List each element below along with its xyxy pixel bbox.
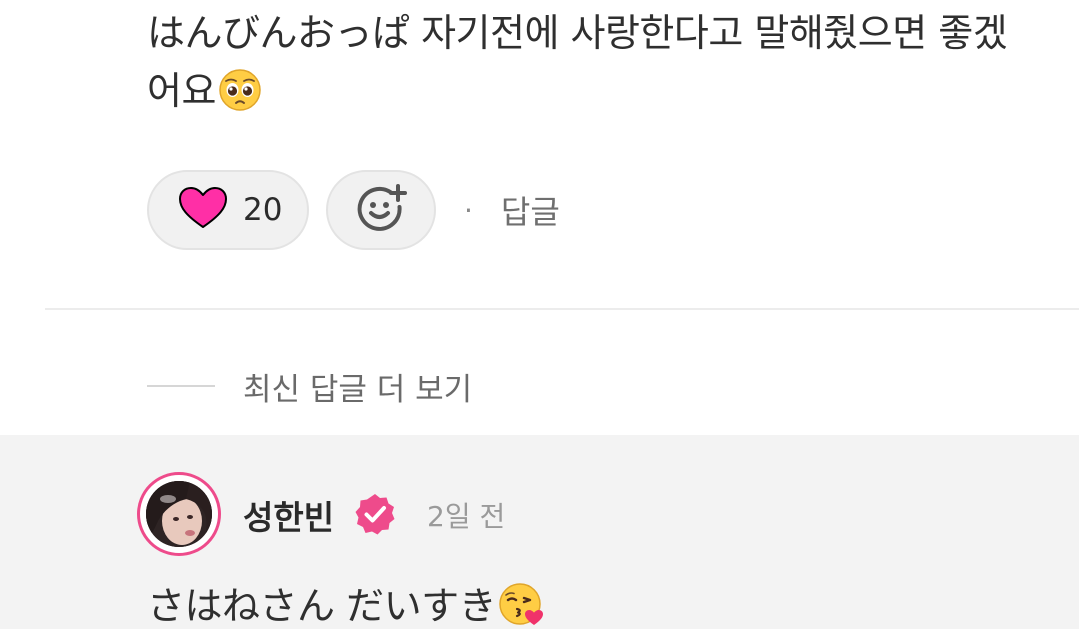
reply-text: さはねさん だいすき [147, 584, 497, 628]
separator-dot: · [464, 193, 473, 227]
reply-button[interactable]: 답글 [501, 187, 560, 233]
like-count: 20 [243, 192, 283, 228]
reply-timestamp: 2일 전 [427, 500, 506, 533]
author-name[interactable]: 성한빈 [243, 491, 334, 539]
reply-body: さはねさん だいすき [147, 575, 544, 629]
comment-thread: はんびんおっぱ 자기전에 사랑한다고 말해줬으면 좋겠어요 20 · 답글 최신… [0, 0, 1079, 629]
verified-badge-icon [353, 492, 397, 540]
more-replies-button[interactable]: 최신 답글 더 보기 [147, 362, 472, 410]
avatar-image [146, 481, 212, 547]
reply-item: 성한빈 2일 전 さはねさん だいすき [0, 435, 1079, 629]
author-avatar[interactable] [137, 472, 221, 556]
like-button[interactable]: 20 [147, 170, 309, 250]
more-replies-label: 최신 답글 더 보기 [243, 371, 473, 408]
heart-icon [177, 185, 229, 235]
divider [45, 308, 1079, 310]
add-reaction-button[interactable] [326, 170, 436, 250]
comment-actions: 20 · 답글 [147, 168, 560, 252]
more-replies-line [147, 385, 215, 387]
pleading-face-emoji [218, 68, 262, 128]
comment-body: はんびんおっぱ 자기전에 사랑한다고 말해줬으면 좋겠어요 [147, 4, 1027, 128]
comment-text: はんびんおっぱ 자기전에 사랑한다고 말해줬으면 좋겠어요 [147, 11, 1008, 113]
add-reaction-icon [355, 182, 407, 238]
face-blowing-kiss-emoji [498, 581, 544, 629]
